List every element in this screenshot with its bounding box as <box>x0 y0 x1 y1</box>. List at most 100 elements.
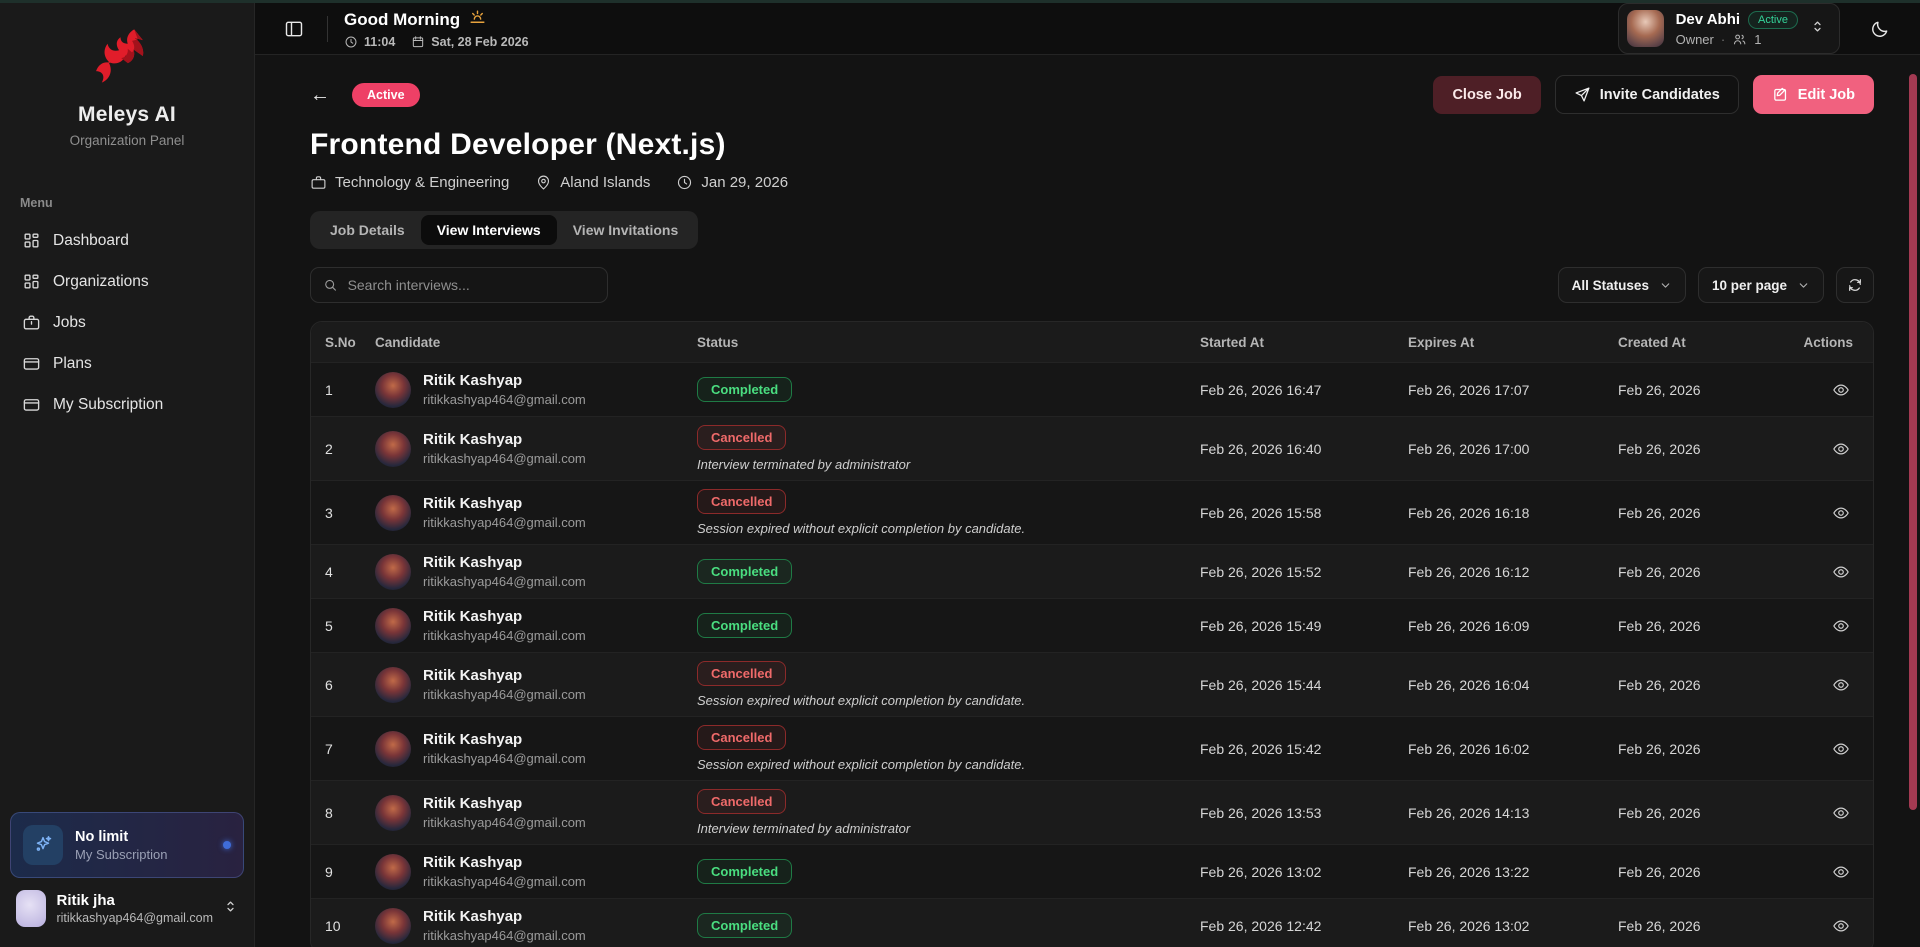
candidate-cell: Ritik Kashyap ritikkashyap464@gmail.com <box>375 731 697 767</box>
candidate-texts: Ritik Kashyap ritikkashyap464@gmail.com <box>423 431 586 465</box>
search-input[interactable] <box>348 277 595 293</box>
page-size-select[interactable]: 10 per page <box>1698 267 1824 303</box>
candidate-avatar <box>375 431 411 467</box>
sidebar-item-organizations[interactable]: Organizations <box>10 263 244 300</box>
view-interview-button[interactable] <box>1827 376 1855 404</box>
chevron-down-icon <box>1659 279 1672 292</box>
view-interview-button[interactable] <box>1827 435 1855 463</box>
scrollbar-thumb[interactable] <box>1909 74 1917 810</box>
refresh-button[interactable] <box>1836 267 1874 303</box>
briefcase-icon <box>22 313 41 332</box>
expires-at: Feb 26, 2026 16:12 <box>1408 564 1618 580</box>
candidate-texts: Ritik Kashyap ritikkashyap464@gmail.com <box>423 495 586 529</box>
eye-icon <box>1832 676 1850 694</box>
subscription-card[interactable]: No limit My Subscription <box>10 812 244 878</box>
started-at: Feb 26, 2026 12:42 <box>1200 918 1408 934</box>
chevron-up-down-icon <box>223 899 238 919</box>
candidate-texts: Ritik Kashyap ritikkashyap464@gmail.com <box>423 795 586 829</box>
send-icon <box>1574 86 1591 103</box>
status-filter-value: All Statuses <box>1572 278 1649 293</box>
candidate-texts: Ritik Kashyap ritikkashyap464@gmail.com <box>423 667 586 701</box>
brand-subtitle: Organization Panel <box>0 133 254 148</box>
status-badge: Completed <box>697 913 792 938</box>
col-started: Started At <box>1200 335 1408 350</box>
status-cell: Completed <box>697 913 1200 938</box>
sidebar-item-my-subscription[interactable]: My Subscription <box>10 386 244 423</box>
view-interview-button[interactable] <box>1827 735 1855 763</box>
started-at: Feb 26, 2026 13:02 <box>1200 864 1408 880</box>
panel-left-icon <box>284 19 304 39</box>
candidate-cell: Ritik Kashyap ritikkashyap464@gmail.com <box>375 608 697 644</box>
sidebar-user-name: Ritik jha <box>56 892 213 909</box>
tab-view-interviews[interactable]: View Interviews <box>421 215 557 245</box>
subscription-subtitle: My Subscription <box>75 847 167 862</box>
sidebar-user-email: ritikkashyap464@gmail.com <box>56 911 213 925</box>
row-number: 3 <box>325 505 375 521</box>
started-at: Feb 26, 2026 15:44 <box>1200 677 1408 693</box>
row-number: 1 <box>325 382 375 398</box>
job-location: Aland Islands <box>535 174 650 191</box>
view-interview-button[interactable] <box>1827 499 1855 527</box>
expires-at: Feb 26, 2026 16:18 <box>1408 505 1618 521</box>
view-interview-button[interactable] <box>1827 671 1855 699</box>
view-interview-button[interactable] <box>1827 612 1855 640</box>
job-meta: Technology & Engineering Aland Islands J… <box>310 174 1874 191</box>
status-cell: Completed <box>697 613 1200 638</box>
view-interview-button[interactable] <box>1827 912 1855 940</box>
divider <box>327 16 328 42</box>
view-interview-button[interactable] <box>1827 799 1855 827</box>
close-job-button[interactable]: Close Job <box>1433 76 1540 114</box>
refresh-icon <box>1847 277 1863 293</box>
table-row: 10 Ritik Kashyap ritikkashyap464@gmail.c… <box>311 898 1873 947</box>
table-row: 5 Ritik Kashyap ritikkashyap464@gmail.co… <box>311 598 1873 652</box>
sidebar-bottom: No limit My Subscription Ritik jha ritik… <box>0 802 254 947</box>
sidebar-item-dashboard[interactable]: Dashboard <box>10 222 244 259</box>
subscription-title: No limit <box>75 829 167 845</box>
view-interview-button[interactable] <box>1827 558 1855 586</box>
candidate-email: ritikkashyap464@gmail.com <box>423 751 586 766</box>
status-filter-select[interactable]: All Statuses <box>1558 267 1686 303</box>
edit-job-button[interactable]: Edit Job <box>1753 75 1874 114</box>
sidebar-user-menu[interactable]: Ritik jha ritikkashyap464@gmail.com <box>10 878 244 937</box>
sidebar-item-jobs[interactable]: Jobs <box>10 304 244 341</box>
edit-icon <box>1772 86 1789 103</box>
row-number: 9 <box>325 864 375 880</box>
current-date: Sat, 28 Feb 2026 <box>431 35 528 49</box>
sidebar-item-plans[interactable]: Plans <box>10 345 244 382</box>
started-at: Feb 26, 2026 15:58 <box>1200 505 1408 521</box>
view-interview-button[interactable] <box>1827 858 1855 886</box>
status-badge: Cancelled <box>697 489 786 514</box>
candidate-name: Ritik Kashyap <box>423 731 586 748</box>
edit-job-label: Edit Job <box>1798 87 1855 103</box>
candidate-cell: Ritik Kashyap ritikkashyap464@gmail.com <box>375 908 697 944</box>
tab-job-details[interactable]: Job Details <box>314 215 421 245</box>
sidebar-toggle-button[interactable] <box>277 12 311 46</box>
clock-icon <box>344 35 358 49</box>
sidebar-item-label: My Subscription <box>53 396 163 414</box>
expires-at: Feb 26, 2026 13:02 <box>1408 918 1618 934</box>
theme-toggle-button[interactable] <box>1862 11 1898 47</box>
status-cell: Cancelled Interview terminated by admini… <box>697 425 1200 472</box>
created-at: Feb 26, 2026 <box>1618 741 1798 757</box>
job-category: Technology & Engineering <box>310 174 509 191</box>
tab-view-invitations[interactable]: View Invitations <box>557 215 695 245</box>
sidebar-user-texts: Ritik jha ritikkashyap464@gmail.com <box>56 892 213 925</box>
col-candidate: Candidate <box>375 335 697 350</box>
status-badge: Completed <box>697 859 792 884</box>
col-actions: Actions <box>1798 335 1859 350</box>
candidate-cell: Ritik Kashyap ritikkashyap464@gmail.com <box>375 495 697 531</box>
candidate-email: ritikkashyap464@gmail.com <box>423 874 586 889</box>
brand-title: Meleys AI <box>0 103 254 127</box>
candidate-avatar <box>375 372 411 408</box>
row-number: 10 <box>325 918 375 934</box>
close-job-label: Close Job <box>1452 87 1521 103</box>
candidate-avatar <box>375 667 411 703</box>
account-menu[interactable]: Dev Abhi Active Owner · 1 <box>1618 3 1840 54</box>
invite-candidates-button[interactable]: Invite Candidates <box>1555 75 1739 114</box>
eye-icon <box>1832 381 1850 399</box>
menu-label: Menu <box>20 196 254 210</box>
candidate-cell: Ritik Kashyap ritikkashyap464@gmail.com <box>375 372 697 408</box>
status-badge: Completed <box>697 613 792 638</box>
back-button[interactable]: ← <box>310 85 330 105</box>
status-badge: Cancelled <box>697 789 786 814</box>
